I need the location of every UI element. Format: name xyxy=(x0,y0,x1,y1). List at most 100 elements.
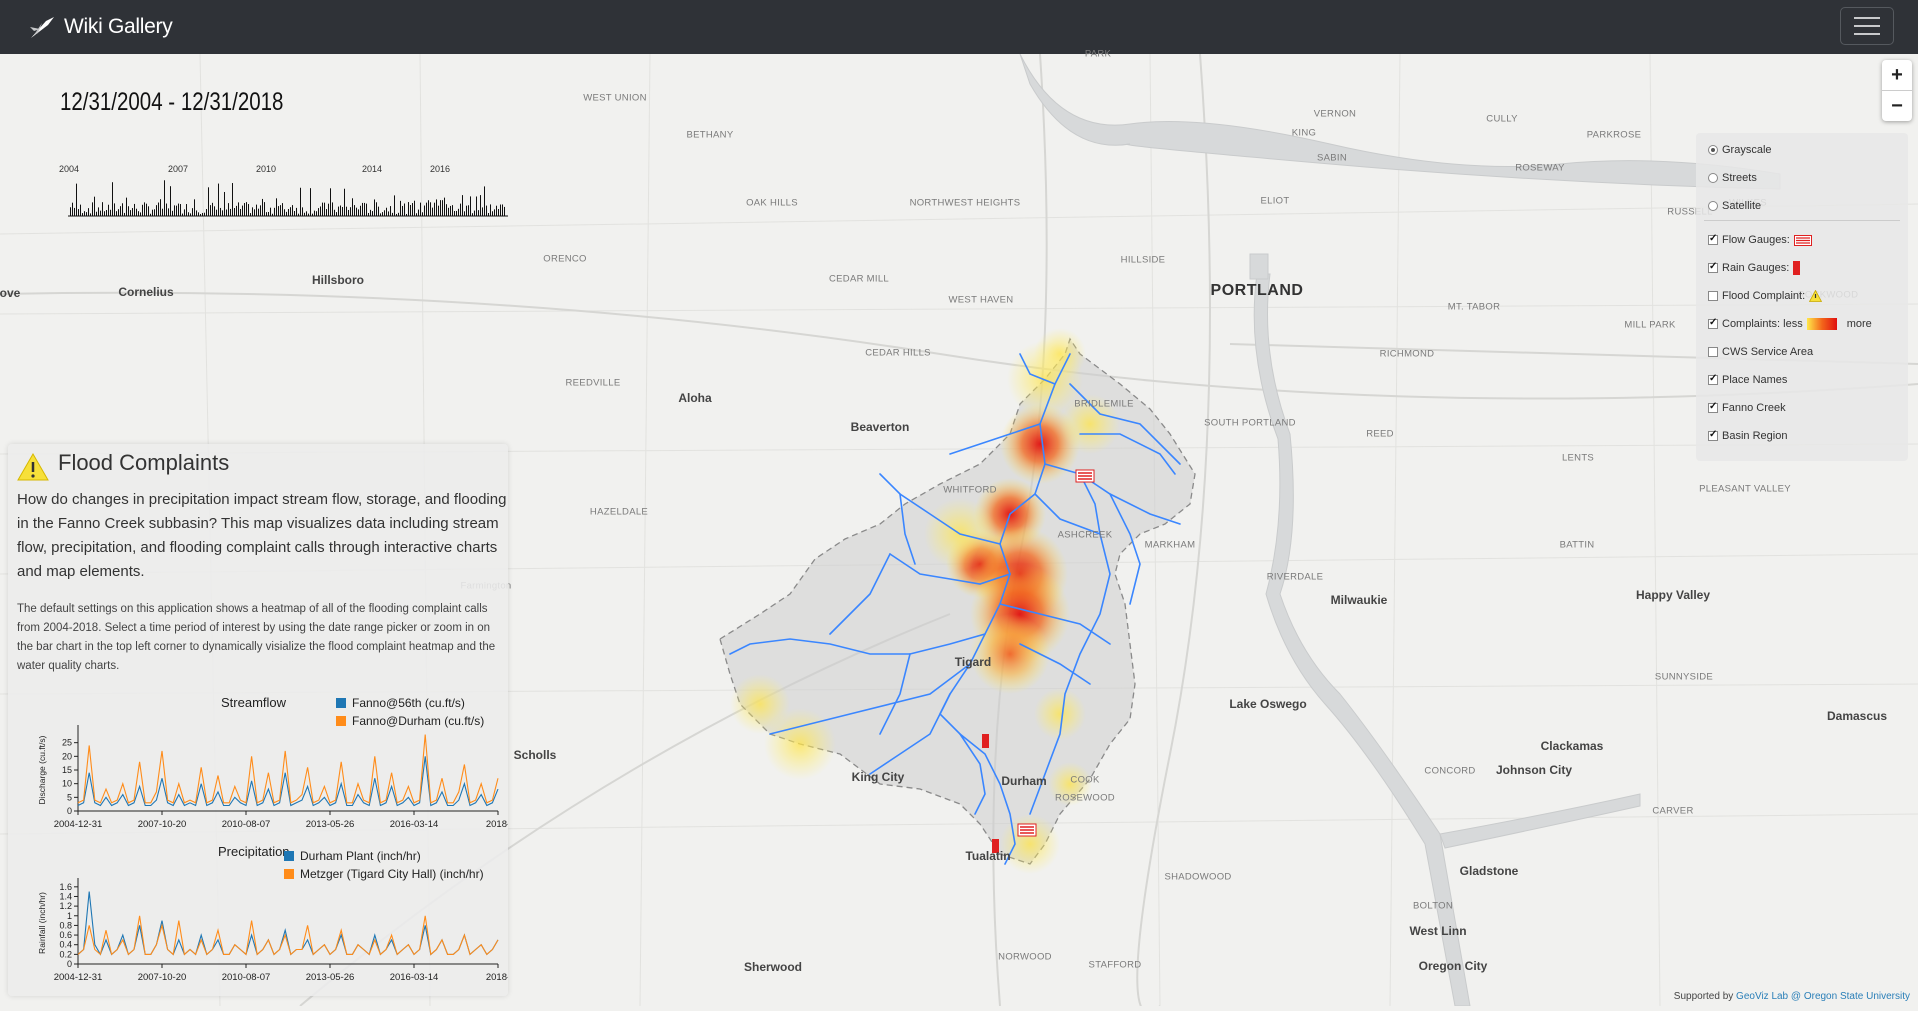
timeline-bar xyxy=(284,209,285,216)
timeline-bar xyxy=(336,212,337,216)
timeline-bar xyxy=(88,208,89,216)
place-label: BATTIN xyxy=(1559,539,1595,551)
place-label: PARK xyxy=(1084,48,1112,60)
timeline-bar xyxy=(466,205,467,216)
overlay-cws-service-area[interactable]: CWS Service Area xyxy=(1708,344,1813,360)
timeline-bar xyxy=(492,211,493,216)
basemap-streets-option[interactable]: Streets xyxy=(1708,170,1757,186)
checkbox[interactable] xyxy=(1708,429,1718,441)
basemap-satellite-option[interactable]: Satellite xyxy=(1708,198,1761,214)
y-tick-label: 10 xyxy=(62,779,72,789)
overlay-basin-region[interactable]: Basin Region xyxy=(1708,428,1787,444)
checkbox[interactable] xyxy=(1708,401,1718,413)
brand-link[interactable]: Wiki Gallery xyxy=(28,13,173,41)
y-tick-label: 0.8 xyxy=(59,920,72,930)
overlay-flood-complaint[interactable]: Flood Complaint: xyxy=(1708,288,1823,304)
overlay-place-names[interactable]: Place Names xyxy=(1708,372,1787,388)
attribution-link[interactable]: GeoViz Lab @ Oregon State University xyxy=(1736,991,1910,1002)
timeline-bar xyxy=(456,210,457,216)
place-label: RICHMOND xyxy=(1379,348,1435,360)
radio-button[interactable] xyxy=(1708,201,1718,211)
place-label: CULLY xyxy=(1486,113,1518,125)
menu-toggle-button[interactable] xyxy=(1840,7,1894,45)
timeline-bar xyxy=(460,203,461,216)
timeline-bar xyxy=(364,202,365,216)
timeline-bar xyxy=(464,211,465,216)
place-label: BOLTON xyxy=(1413,900,1453,912)
zoom-out-button[interactable]: − xyxy=(1882,91,1912,121)
checkbox[interactable] xyxy=(1708,291,1718,301)
place-label: Johnson City xyxy=(1495,763,1573,777)
place-label: WEST UNION xyxy=(583,92,647,104)
attribution-prefix: Supported by xyxy=(1673,991,1737,1002)
timeline-bar xyxy=(110,209,111,216)
timeline-bar-chart[interactable] xyxy=(70,180,505,216)
rain-gauge-icon[interactable] xyxy=(982,734,989,748)
timeline-bar xyxy=(238,202,239,216)
timeline-bar xyxy=(432,207,433,216)
place-label: Tigard xyxy=(954,655,992,669)
x-tick-label: 2013-05-26 xyxy=(306,972,355,983)
x-tick-label: 2018- xyxy=(486,819,508,830)
overlay-flow-gauges[interactable]: Flow Gauges: xyxy=(1708,232,1812,248)
streamflow-chart[interactable]: 0 5 10 15 20 25 2004-12-31 2007-10-20 2010-08-07… xyxy=(8,699,508,839)
date-range-label[interactable]: 12/31/2004 - 12/31/2018 xyxy=(60,88,283,117)
y-tick-label: 20 xyxy=(62,751,72,761)
y-tick-label: 0.2 xyxy=(59,949,72,959)
flow-gauge-icon[interactable] xyxy=(1075,469,1095,483)
zoom-in-button[interactable]: + xyxy=(1882,60,1912,91)
timeline-bar xyxy=(326,209,327,216)
y-tick-label: 1.6 xyxy=(59,882,72,892)
timeline-bar xyxy=(252,207,253,216)
y-tick-label: 0 xyxy=(67,959,72,969)
overlay-fanno-creek[interactable]: Fanno Creek xyxy=(1708,400,1786,416)
brand-title: Wiki Gallery xyxy=(64,15,173,38)
timeline-bar xyxy=(370,209,371,216)
timeline-bar xyxy=(324,202,325,216)
zoom-control: + − xyxy=(1882,60,1912,121)
timeline-bar xyxy=(328,203,329,216)
place-label: West Linn xyxy=(1409,924,1467,938)
layer-label: CWS Service Area xyxy=(1722,346,1814,358)
timeline-bar xyxy=(246,202,247,216)
timeline-bar xyxy=(174,205,175,216)
rain-gauge-icon xyxy=(1793,261,1801,275)
timeline-bar xyxy=(96,211,97,216)
place-label: REEDVILLE xyxy=(565,377,621,389)
timeline-bar xyxy=(114,203,115,216)
timeline-tick-label: 2010 xyxy=(256,164,277,174)
layer-label: Grayscale xyxy=(1722,144,1772,156)
place-label: King City xyxy=(851,770,905,784)
checkbox[interactable] xyxy=(1708,261,1718,273)
radio-button[interactable] xyxy=(1708,145,1718,155)
checkbox[interactable] xyxy=(1708,373,1718,385)
timeline-bar xyxy=(232,183,233,216)
checkbox[interactable] xyxy=(1708,233,1718,245)
timeline-bar xyxy=(424,205,425,216)
timeline-bar xyxy=(256,204,257,216)
place-label: Happy Valley xyxy=(1635,588,1711,602)
checkbox[interactable] xyxy=(1708,317,1718,329)
checkbox[interactable] xyxy=(1708,347,1718,357)
divider xyxy=(1704,220,1900,221)
timeline-bar xyxy=(142,204,143,216)
overlay-complaints-heatmap[interactable]: Complaints: less more xyxy=(1708,316,1872,332)
layer-label: Rain Gauges: xyxy=(1722,262,1790,274)
precipitation-chart[interactable]: 00.20.40.60.811.21.41.6 2004-12-31 2007-10… xyxy=(8,852,508,992)
timeline-bar xyxy=(78,209,79,216)
basemap-grayscale-option[interactable]: Grayscale xyxy=(1708,142,1772,158)
timeline-bar xyxy=(394,195,395,216)
radio-button[interactable] xyxy=(1708,173,1718,183)
place-label: ROSEWAY xyxy=(1515,162,1565,174)
overlay-rain-gauges[interactable]: Rain Gauges: xyxy=(1708,260,1801,276)
timeline-bar xyxy=(378,206,379,216)
timeline-bar xyxy=(222,210,223,216)
timeline-bar xyxy=(386,207,387,216)
y-tick-label: 5 xyxy=(67,792,72,802)
timeline-bar xyxy=(430,202,431,216)
flow-gauge-icon[interactable] xyxy=(1017,823,1037,837)
timeline-bar xyxy=(484,186,485,216)
place-label: PORTLAND xyxy=(1210,282,1304,299)
timeline-bar xyxy=(108,204,109,216)
hamburger-line xyxy=(1854,33,1880,35)
